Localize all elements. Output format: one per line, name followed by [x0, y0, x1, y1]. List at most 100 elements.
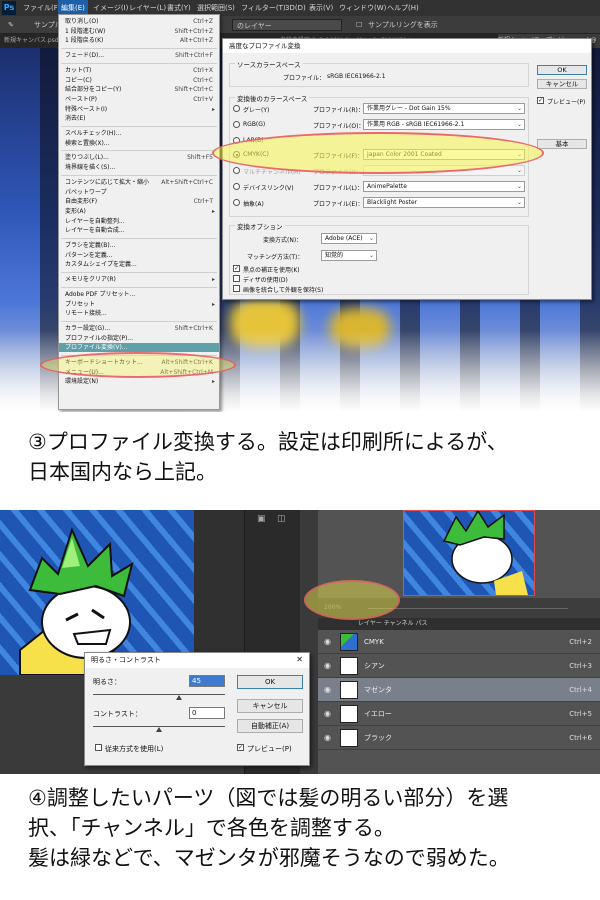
edit-menu-item[interactable]: レイヤーを自動合成... — [59, 226, 219, 235]
edit-menu-item[interactable]: プリセット ▸ — [59, 300, 219, 309]
menu-view[interactable]: 表示(V) — [306, 0, 336, 16]
edit-menu-item[interactable]: 塗りつぶし(L)... Shift+F5 — [59, 153, 219, 162]
dest-radio[interactable] — [233, 105, 240, 112]
auto-button[interactable]: 自動補正(A) — [237, 719, 303, 733]
channel-row[interactable]: ◉ CMYK Ctrl+2 — [318, 630, 600, 654]
basic-button[interactable]: 基本 — [537, 139, 587, 149]
menu-file[interactable]: ファイル(F) — [20, 0, 64, 16]
edit-menu-item[interactable]: ペースト(P) Ctrl+V — [59, 95, 219, 104]
contrast-input[interactable]: 0 — [189, 707, 225, 719]
edit-menu-item[interactable]: 結合部分をコピー(Y) Shift+Ctrl+C — [59, 85, 219, 94]
ok-button[interactable]: OK — [537, 65, 587, 75]
bc-dialog-title: 明るさ・コントラスト — [85, 653, 309, 668]
dest-radio[interactable] — [233, 167, 240, 174]
caption-step4-line1: ④調整したいパーツ（図では髪の明るい部分）を選 — [28, 786, 509, 810]
eye-icon[interactable]: ◉ — [324, 678, 331, 702]
option-checkbox[interactable] — [233, 275, 240, 282]
menu-window[interactable]: ウィンドウ(W) — [336, 0, 389, 16]
channel-row[interactable]: ◉ イエロー Ctrl+5 — [318, 702, 600, 726]
edit-menu-item-label: 特殊ペースト(I) — [65, 105, 108, 113]
edit-menu-item-shortcut: Alt+Ctrl+Z — [180, 37, 213, 45]
panel-icon[interactable]: ▣ — [257, 514, 266, 524]
edit-menu-item-label: 結合部分をコピー(Y) — [65, 86, 122, 94]
edit-menu-item-label: カラー設定(G)... — [65, 324, 111, 332]
menu-3d[interactable]: 3D(D) — [282, 0, 309, 16]
edit-menu-item[interactable]: 環境設定(N) ▸ — [59, 377, 219, 386]
edit-menu-item[interactable]: カスタムシェイプを定義... — [59, 260, 219, 269]
edit-menu-item[interactable]: パターンを定義... — [59, 251, 219, 260]
brightness-slider-track[interactable] — [93, 694, 225, 695]
edit-menu-item[interactable]: フェード(D)... Shift+Ctrl+F — [59, 51, 219, 60]
edit-menu-item[interactable]: コンテンツに応じて拡大・縮小 Alt+Shift+Ctrl+C — [59, 178, 219, 187]
edit-menu-item[interactable]: リモート接続... — [59, 309, 219, 318]
edit-menu-item[interactable]: 検索と置換(X)... — [59, 139, 219, 148]
channel-row[interactable]: ◉ シアン Ctrl+3 — [318, 654, 600, 678]
brightness-slider-handle[interactable] — [176, 695, 182, 700]
channels-tabs-label[interactable]: レイヤー チャンネル パス — [358, 618, 427, 630]
submenu-arrow-icon: ▸ — [211, 276, 215, 284]
menu-help[interactable]: ヘルプ(H) — [384, 0, 422, 16]
close-icon[interactable]: ✕ — [296, 655, 303, 664]
method-select[interactable]: Adobe (ACE) ⌄ — [321, 233, 377, 244]
brightness-input[interactable]: 45 — [189, 675, 225, 687]
dest-profile-select[interactable]: Blacklight Poster ⌄ — [363, 197, 525, 208]
edit-menu-item[interactable]: レイヤーを自動整列... — [59, 217, 219, 226]
edit-menu-item[interactable]: 変形(A) ▸ — [59, 207, 219, 216]
panel-icon-2[interactable]: ◫ — [277, 514, 286, 524]
edit-menu-item[interactable]: ブラシを定義(B)... — [59, 241, 219, 250]
edit-menu-item[interactable]: メモリをクリア(R) ▸ — [59, 275, 219, 284]
zoom-slider-track[interactable] — [368, 608, 568, 609]
edit-menu-item[interactable]: プロファイル変換(V)... — [59, 343, 219, 353]
edit-menu-item[interactable]: 1 段階進む(W) Shift+Ctrl+Z — [59, 27, 219, 36]
chevron-down-icon: ⌄ — [516, 105, 522, 112]
dest-radio[interactable] — [233, 183, 240, 190]
option-checkbox[interactable]: ✓ — [233, 265, 240, 272]
eye-icon[interactable]: ◉ — [324, 654, 331, 678]
edit-menu-item[interactable]: 境界線を描く(S)... — [59, 163, 219, 172]
show-sample-ring-checkbox[interactable]: ☐ — [356, 16, 362, 34]
dest-radio[interactable] — [233, 199, 240, 206]
edit-menu-item[interactable]: カラー設定(G)... Shift+Ctrl+K — [59, 324, 219, 333]
bc-cancel-button[interactable]: キャンセル — [237, 699, 303, 713]
edit-menu-item[interactable]: スペルチェック(H)... — [59, 129, 219, 138]
dest-profile-select[interactable]: 作業用グレー - Dot Gain 15% ⌄ — [363, 103, 525, 114]
edit-menu-item[interactable]: 特殊ペースト(I) ▸ — [59, 105, 219, 114]
navigator-preview — [403, 510, 535, 596]
edit-menu-item[interactable]: コピー(C) Ctrl+C — [59, 76, 219, 85]
character-hair — [28, 527, 134, 598]
dest-profile-select[interactable]: 作業用 RGB - sRGB IEC61966-2.1 ⌄ — [363, 119, 525, 130]
eyedropper-icon[interactable]: ✎ — [8, 16, 14, 34]
show-sample-ring-label: サンプルリングを表示 — [368, 21, 438, 29]
edit-menu-item-shortcut: Ctrl+Z — [193, 18, 213, 25]
intent-select[interactable]: 知覚的 ⌄ — [321, 250, 377, 261]
submenu-arrow-icon: ▸ — [211, 300, 215, 308]
eye-icon[interactable]: ◉ — [324, 630, 331, 654]
contrast-slider-handle[interactable] — [156, 727, 162, 732]
chevron-down-icon: ⌄ — [516, 121, 522, 128]
legacy-checkbox[interactable] — [95, 744, 102, 751]
dest-radio[interactable] — [233, 121, 240, 128]
brightness-contrast-dialog: 明るさ・コントラスト ✕ 明るさ： 45 コントラスト： 0 従来方式を使用(L… — [84, 652, 310, 766]
edit-menu-item[interactable]: 取り消し(O) Ctrl+Z — [59, 17, 219, 26]
edit-menu-item[interactable]: 1 段階戻る(K) Alt+Ctrl+Z — [59, 36, 219, 45]
eye-icon[interactable]: ◉ — [324, 726, 331, 750]
option-checkbox[interactable] — [233, 285, 240, 292]
edit-menu-dropdown: 取り消し(O) Ctrl+Z 1 段階進む(W) Shift+Ctrl+Z 1 段階戻る… — [58, 14, 220, 410]
edit-menu-item[interactable]: Adobe PDF プリセット... — [59, 290, 219, 299]
eye-icon[interactable]: ◉ — [324, 702, 331, 726]
edit-menu-item[interactable]: カット(T) Ctrl+X — [59, 66, 219, 75]
edit-menu-item[interactable]: 自由変形(F) Ctrl+T — [59, 197, 219, 206]
channel-row[interactable]: ◉ ブラック Ctrl+6 — [318, 726, 600, 750]
cancel-button[interactable]: キャンセル — [537, 79, 587, 89]
bc-preview-checkbox[interactable]: ✓ — [237, 744, 244, 751]
channel-row[interactable]: ◉ マゼンタ Ctrl+4 — [318, 678, 600, 702]
bc-ok-button[interactable]: OK — [237, 675, 303, 689]
dest-profile-value: 作業用グレー - Dot Gain 15% — [367, 105, 451, 112]
edit-menu-item[interactable]: パペットワープ — [59, 188, 219, 197]
sample-layer-select[interactable]: のレイヤー — [232, 19, 342, 31]
dest-profile-select[interactable]: AnimePalette ⌄ — [363, 181, 525, 192]
preview-checkbox[interactable]: ✓ — [537, 97, 544, 104]
doc-tab-left[interactable]: 新規キャンバス.psd — [4, 34, 59, 48]
edit-menu-item[interactable]: プロファイルの指定(P)... — [59, 334, 219, 343]
edit-menu-item[interactable]: 消去(E) — [59, 114, 219, 123]
